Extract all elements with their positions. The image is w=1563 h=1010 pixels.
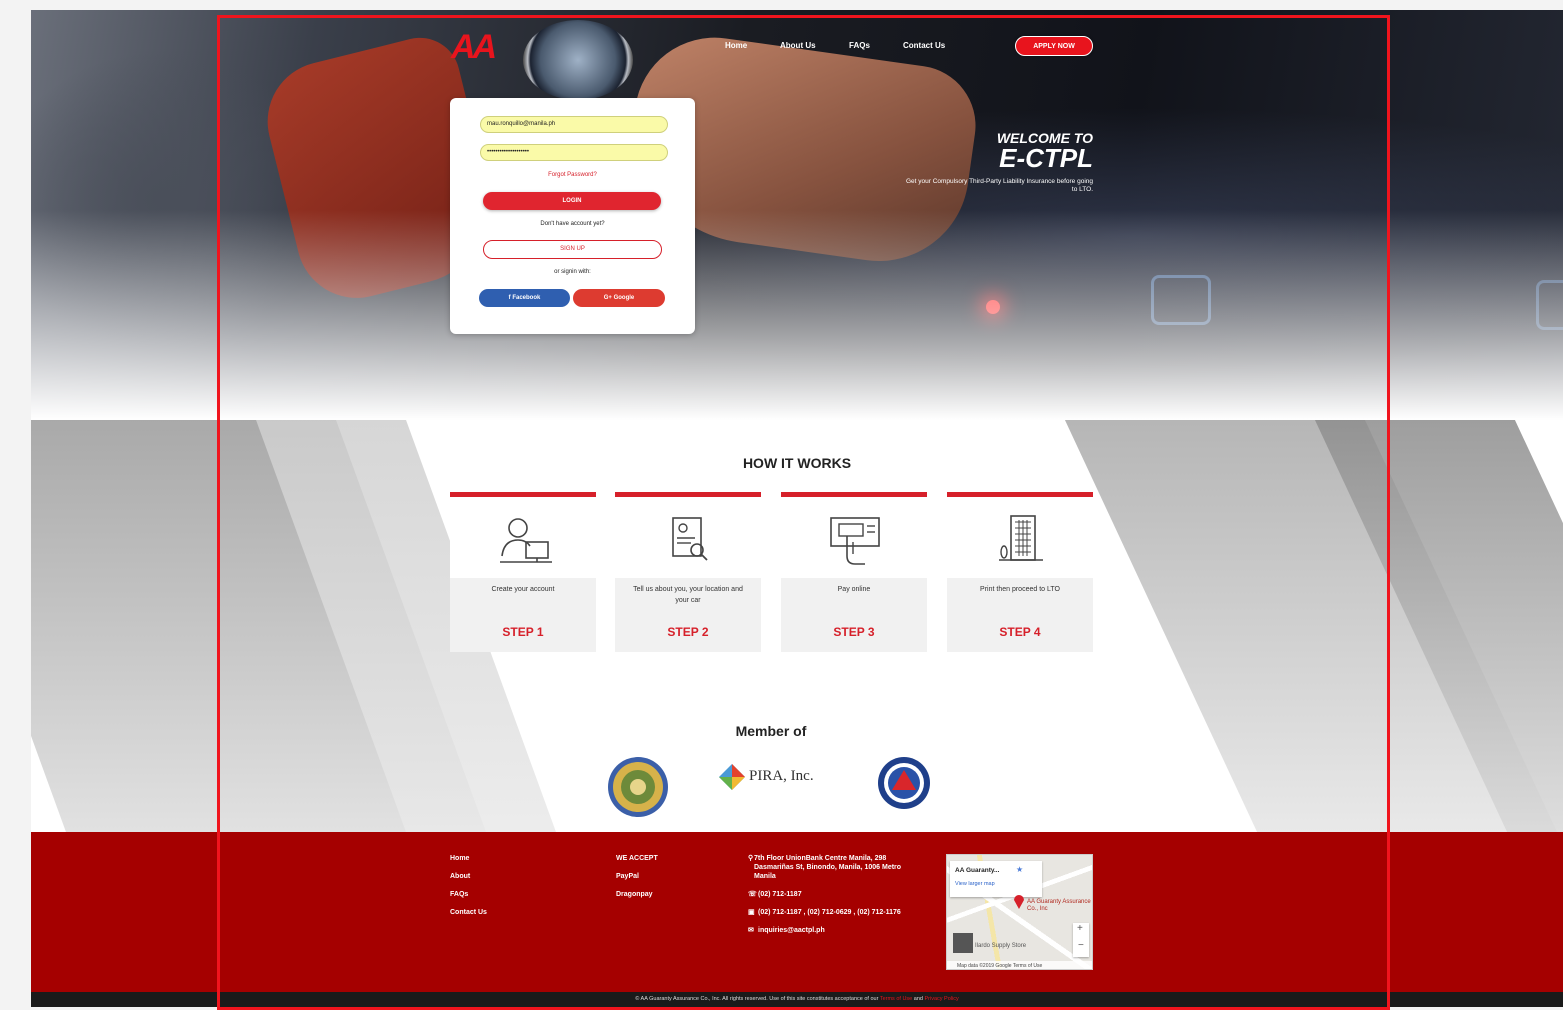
map-satellite-toggle[interactable] <box>953 933 973 953</box>
view-larger-map-link[interactable]: View larger map <box>955 881 995 887</box>
pira-logo-text: PIRA, Inc. <box>749 768 814 784</box>
map-zoom-controls: + − <box>1073 923 1089 957</box>
user-computer-icon <box>500 518 552 563</box>
step-description: Print then proceed to LTO <box>980 586 1060 593</box>
we-accept-title: WE ACCEPT <box>616 855 658 862</box>
no-account-text: Don't have account yet? <box>540 221 605 227</box>
footer-link-faqs[interactable]: FAQs <box>450 890 468 899</box>
map-info-box: AA Guaranty... ★ View larger map <box>950 861 1042 897</box>
zoom-in-icon[interactable]: + <box>1077 923 1083 934</box>
how-it-works-section: HOW IT WORKS Create your account STEP 1 <box>31 420 1563 832</box>
step-label: STEP 3 <box>833 625 875 639</box>
address-text: 7th Floor UnionBank Centre Manila, 298 D… <box>754 855 902 880</box>
ltms-logo-icon <box>878 757 930 809</box>
footer-link-home[interactable]: Home <box>450 854 469 863</box>
copyright-text: © AA Guaranty Assurance Co., Inc. All ri… <box>635 996 880 1002</box>
email-link[interactable]: inquiries@aactpl.ph <box>758 926 825 935</box>
welcome-title: E-CTPL <box>999 143 1093 173</box>
password-field[interactable]: •••••••••••••••••••• <box>480 144 668 161</box>
privacy-link[interactable]: Privacy Policy <box>924 996 958 1002</box>
paypal-text: PayPal <box>616 873 639 880</box>
member-of-title: Member of <box>735 723 807 739</box>
footer-link-contact[interactable]: Contact Us <box>450 908 487 917</box>
step-description: Create your account <box>491 586 555 593</box>
mail-icon: ✉ <box>748 927 754 934</box>
and-text: and <box>912 996 925 1002</box>
pira-logo: PIRA, Inc. <box>719 762 829 796</box>
nav-about-us[interactable]: About Us <box>780 41 816 50</box>
phone-text: (02) 712-1187 <box>758 891 802 898</box>
nav-contact-us[interactable]: Contact Us <box>903 41 945 50</box>
atm-payment-icon <box>830 517 880 565</box>
welcome-tagline: Get your Compulsory Third-Party Liabilit… <box>905 178 1093 193</box>
logo[interactable]: AA <box>451 28 497 67</box>
fax-text: (02) 712-1187 , (02) 712-0629 , (02) 712… <box>758 909 901 916</box>
map-place-name: AA Guaranty... <box>955 867 1000 874</box>
step-card-1: Create your account STEP 1 <box>450 492 596 652</box>
page: AA Home About Us FAQs Contact Us APPLY N… <box>31 10 1563 1007</box>
how-it-works-title: HOW IT WORKS <box>742 455 852 471</box>
step-description: Tell us about you, your location and you… <box>633 586 743 604</box>
zoom-out-icon[interactable]: − <box>1078 940 1084 951</box>
step-description: Pay online <box>837 586 871 593</box>
signin-with-text: or signin with: <box>554 269 591 275</box>
forgot-password-link[interactable]: Forgot Password? <box>450 172 695 178</box>
pira-logo-icon <box>719 764 745 790</box>
fax-icon: ▣ <box>748 909 755 916</box>
watch-image <box>523 20 633 100</box>
apply-now-button[interactable]: APPLY NOW <box>1015 36 1093 56</box>
nav-home[interactable]: Home <box>725 41 747 50</box>
signup-button[interactable]: SIGN UP <box>483 240 662 259</box>
dragonpay-text: Dragonpay <box>616 891 653 898</box>
footer-link-about[interactable]: About <box>450 872 470 881</box>
map-attribution: Map data ©2019 Google Terms of Use <box>947 961 1092 969</box>
google-login-button[interactable]: G+ Google <box>573 289 665 307</box>
step-card-3: Pay online STEP 3 <box>781 492 927 652</box>
hero-banner: AA Home About Us FAQs Contact Us APPLY N… <box>31 10 1563 420</box>
google-map-embed[interactable]: AA Guaranty... ★ View larger map AA Guar… <box>946 854 1093 970</box>
phone-icon: ☏ <box>748 891 757 898</box>
building-icon <box>999 515 1043 561</box>
map-pin-icon[interactable] <box>1013 893 1025 909</box>
facebook-login-button[interactable]: f Facebook <box>479 289 570 307</box>
step-label: STEP 2 <box>667 625 709 639</box>
star-icon[interactable]: ★ <box>1016 865 1023 874</box>
login-card: mau.ronquillo@manila.ph ••••••••••••••••… <box>450 98 695 334</box>
map-pin-label: AA Guaranty Assurance Co., Inc <box>1027 899 1091 912</box>
location-pin-icon: ⚲ <box>748 855 754 862</box>
step-label: STEP 1 <box>502 625 544 639</box>
id-search-icon <box>672 517 708 561</box>
footer: Home About FAQs Contact Us WE ACCEPT Pay… <box>31 832 1563 992</box>
terms-link[interactable]: Terms of Use <box>880 996 912 1002</box>
step-card-2: Tell us about you, your location and you… <box>615 492 761 652</box>
login-button[interactable]: LOGIN <box>483 192 661 210</box>
nav-faqs[interactable]: FAQs <box>849 41 870 50</box>
copyright-bar: © AA Guaranty Assurance Co., Inc. All ri… <box>31 992 1563 1007</box>
map-store-label: Ilardo Supply Store <box>975 943 1027 949</box>
step-label: STEP 4 <box>999 625 1041 639</box>
step-card-4: Print then proceed to LTO STEP 4 <box>947 492 1093 652</box>
email-field[interactable]: mau.ronquillo@manila.ph <box>480 116 668 133</box>
seal-logo-icon <box>608 757 668 817</box>
